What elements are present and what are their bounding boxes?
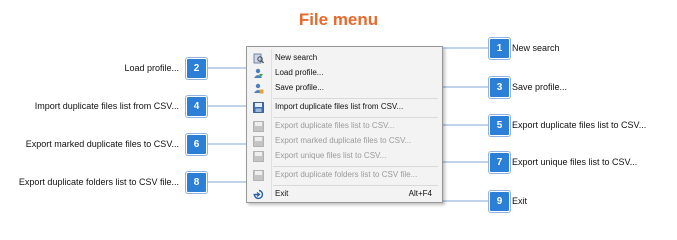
import-csv-icon [253, 102, 264, 113]
menu-separator [273, 185, 438, 186]
export-csv-icon [253, 136, 264, 147]
menu-item-new-search[interactable]: New search [249, 51, 440, 66]
callout-label-export-duplicate-folders: Export duplicate folders list to CSV fil… [18, 177, 179, 187]
callout-label-load-profile: Load profile... [124, 63, 179, 73]
menu-item-label: Save profile... [275, 83, 324, 92]
export-csv-icon [253, 170, 264, 181]
menu-item-load-profile[interactable]: Load profile... [249, 66, 440, 81]
export-csv-icon [253, 151, 264, 162]
file-menu: New search Load profile... Save profile.… [246, 46, 443, 203]
menu-separator [273, 98, 438, 99]
callout-label-save-profile: Save profile... [512, 82, 568, 92]
load-profile-icon [254, 68, 263, 78]
callout-badge-2: 2 [186, 58, 207, 79]
callout-label-import-duplicate-files: Import duplicate files list from CSV... [34, 101, 179, 111]
menu-item-label: Export marked duplicate files to CSV... [275, 136, 412, 145]
callout-badge-4: 4 [186, 96, 207, 117]
menu-item-label: Export duplicate folders list to CSV fil… [275, 170, 418, 179]
menu-item-label: New search [275, 53, 318, 62]
menu-item-save-profile[interactable]: Save profile... [249, 81, 440, 96]
menu-item-export-marked-files[interactable]: Export marked duplicate files to CSV... [249, 134, 440, 149]
save-profile-icon [254, 83, 264, 94]
callout-label-export-duplicate-files: Export duplicate files list to CSV... [512, 120, 647, 130]
menu-item-label: Load profile... [275, 68, 324, 77]
search-icon [253, 53, 264, 64]
callout-label-exit: Exit [512, 196, 528, 206]
menu-separator [273, 117, 438, 118]
menu-item-label: Export unique files list to CSV... [275, 151, 387, 160]
callout-badge-8: 8 [186, 172, 207, 193]
menu-item-import-duplicate-files[interactable]: Import duplicate files list from CSV... [249, 100, 440, 115]
callout-badge-9: 9 [489, 191, 510, 212]
callout-badge-6: 6 [186, 134, 207, 155]
menu-separator [273, 166, 438, 167]
callout-badge-5: 5 [489, 115, 510, 136]
export-csv-icon [253, 121, 264, 132]
callout-label-export-marked-files: Export marked duplicate files to CSV... [25, 139, 179, 149]
callout-badge-7: 7 [489, 152, 510, 173]
callout-badge-1: 1 [489, 38, 510, 59]
menu-item-label: Import duplicate files list from CSV... [275, 102, 404, 111]
menu-item-export-duplicate-folders[interactable]: Export duplicate folders list to CSV fil… [249, 168, 440, 183]
menu-item-label: Exit [275, 189, 289, 198]
callout-label-export-unique-files: Export unique files list to CSV... [512, 157, 638, 167]
menu-item-export-duplicate-files[interactable]: Export duplicate files list to CSV... [249, 119, 440, 134]
callout-label-new-search: New search [512, 43, 560, 53]
menu-item-label: Export duplicate files list to CSV... [275, 121, 395, 130]
exit-icon [253, 189, 264, 200]
menu-item-shortcut: Alt+F4 [408, 189, 432, 198]
menu-item-export-unique-files[interactable]: Export unique files list to CSV... [249, 149, 440, 164]
callout-badge-3: 3 [489, 77, 510, 98]
menu-item-exit[interactable]: Exit Alt+F4 [249, 187, 440, 202]
